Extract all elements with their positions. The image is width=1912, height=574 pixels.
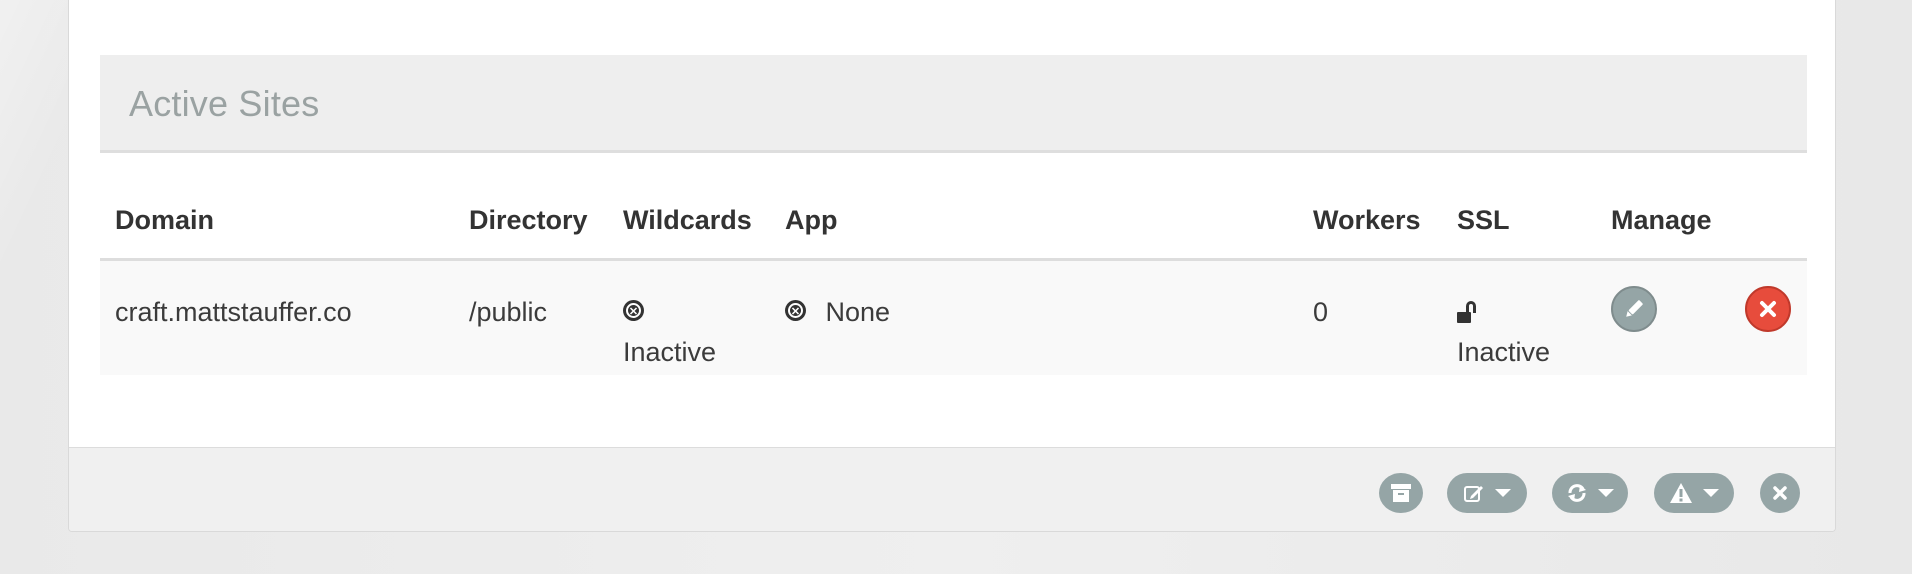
panel-footer bbox=[69, 447, 1835, 531]
column-header-wildcards[interactable]: Wildcards bbox=[623, 205, 752, 236]
dismiss-button[interactable] bbox=[1760, 473, 1800, 513]
column-header-manage: Manage bbox=[1611, 205, 1712, 235]
unlock-icon bbox=[1457, 299, 1479, 323]
table-header: Domain Directory Wildcards App Workers S… bbox=[100, 153, 1807, 261]
close-icon bbox=[1760, 301, 1776, 317]
sites-table: Domain Directory Wildcards App Workers S… bbox=[100, 153, 1807, 375]
column-header-workers[interactable]: Workers bbox=[1313, 205, 1421, 236]
edit-site-button[interactable] bbox=[1611, 286, 1657, 332]
app-cell: ✕ None bbox=[785, 292, 890, 332]
wildcards-cell: ✕ Inactive bbox=[623, 292, 716, 372]
active-sites-panel: Active Sites Domain Directory Wildcards … bbox=[68, 0, 1836, 532]
refresh-icon bbox=[1568, 484, 1586, 502]
ssl-cell: Inactive bbox=[1457, 292, 1550, 372]
edit-dropdown-button[interactable] bbox=[1447, 473, 1527, 513]
column-header-ssl[interactable]: SSL bbox=[1457, 205, 1510, 236]
chevron-down-icon bbox=[1703, 489, 1719, 497]
delete-site-button[interactable] bbox=[1745, 286, 1791, 332]
domain-cell[interactable]: craft.mattstauffer.co bbox=[115, 292, 352, 332]
panel-title: Active Sites bbox=[129, 83, 320, 124]
close-icon bbox=[1773, 486, 1787, 500]
wildcards-status: Inactive bbox=[623, 337, 717, 367]
column-header-directory[interactable]: Directory bbox=[469, 205, 588, 236]
panel-heading: Active Sites bbox=[100, 55, 1807, 153]
column-header-domain[interactable]: Domain bbox=[115, 205, 214, 236]
edit-icon bbox=[1464, 486, 1483, 502]
app-value: None bbox=[825, 297, 891, 327]
circle-x-icon: ✕ bbox=[785, 300, 806, 322]
pencil-icon bbox=[1626, 300, 1643, 317]
archive-icon bbox=[1391, 484, 1411, 502]
circle-x-icon: ✕ bbox=[623, 300, 644, 322]
column-header-app[interactable]: App bbox=[785, 205, 837, 236]
refresh-dropdown-button[interactable] bbox=[1552, 473, 1628, 513]
chevron-down-icon bbox=[1495, 489, 1511, 497]
ssl-status: Inactive bbox=[1457, 337, 1551, 367]
directory-cell: /public bbox=[469, 297, 548, 327]
warning-icon bbox=[1670, 483, 1692, 503]
workers-cell: 0 bbox=[1313, 297, 1329, 327]
archive-button[interactable] bbox=[1379, 473, 1423, 513]
table-row: craft.mattstauffer.co /public ✕ Inactive… bbox=[100, 261, 1807, 375]
chevron-down-icon bbox=[1598, 489, 1614, 497]
warning-dropdown-button[interactable] bbox=[1654, 473, 1734, 513]
